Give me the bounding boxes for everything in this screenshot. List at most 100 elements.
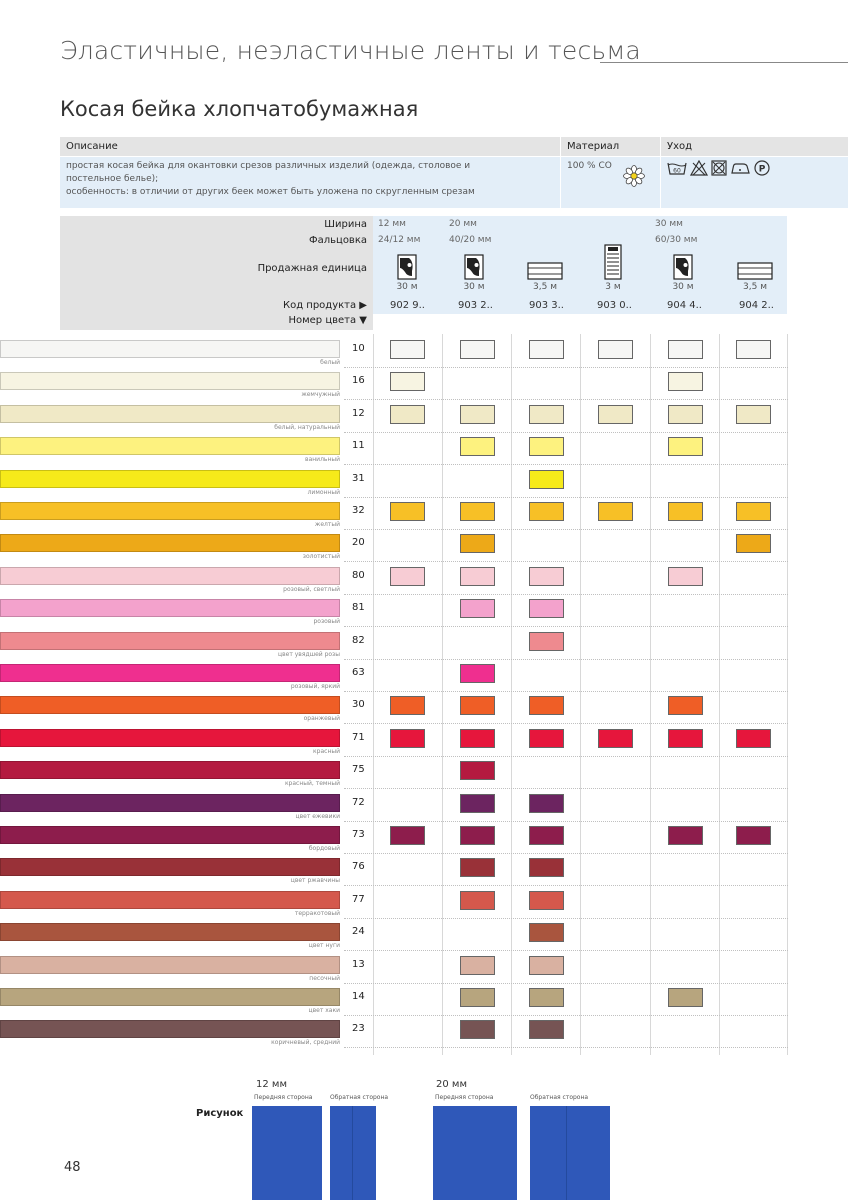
color-swatch (529, 405, 564, 424)
page-number: 48 (64, 1160, 81, 1175)
color-swatch (460, 956, 495, 975)
bias-tape-sample-back-20 (530, 1106, 610, 1200)
grid-line-horizontal (344, 723, 788, 724)
width-value: 30 мм (655, 219, 683, 229)
color-ribbon (0, 1020, 340, 1038)
color-label: Номер цвета ▼ (288, 315, 367, 326)
color-name: белый, натуральный (274, 424, 340, 431)
title-rule (600, 62, 848, 63)
color-swatch (460, 567, 495, 586)
color-swatch (460, 664, 495, 683)
daisy-icon (623, 165, 645, 187)
unit-label: Продажная единица (257, 263, 367, 274)
color-swatch (529, 632, 564, 651)
description-line: постельное белье); (66, 174, 159, 184)
color-swatch (529, 826, 564, 845)
color-swatch (736, 502, 771, 521)
color-number: 14 (352, 991, 365, 1002)
spec-block: Ширина Фальцовка Продажная единица Код п… (60, 216, 787, 330)
color-number: 30 (352, 699, 365, 710)
front-side-label: Передняя сторона (254, 1094, 313, 1101)
color-ribbon (0, 502, 340, 520)
color-swatch (460, 794, 495, 813)
color-number: 75 (352, 764, 365, 775)
color-name: оранжевый (303, 715, 340, 722)
color-number: 32 (352, 505, 365, 516)
grid-line-vertical (650, 334, 651, 1055)
color-swatch (529, 340, 564, 359)
color-ribbon (0, 826, 340, 844)
care-symbols: 60 P (667, 160, 771, 176)
color-number: 20 (352, 537, 365, 548)
color-name: песочный (309, 975, 340, 982)
no-bleach-icon (690, 160, 708, 176)
color-swatch (736, 405, 771, 424)
grid-line-horizontal (344, 691, 788, 692)
grid-line-horizontal (344, 950, 788, 951)
color-name: жемчужный (301, 391, 340, 398)
color-swatch (529, 1020, 564, 1039)
color-number: 81 (352, 602, 365, 613)
grid-line-horizontal (344, 399, 788, 400)
care-header: Уход (661, 137, 848, 156)
color-swatch (529, 729, 564, 748)
color-name: желтый (314, 521, 340, 528)
color-swatch (390, 729, 425, 748)
color-ribbon (0, 599, 340, 617)
wash-60-icon: 60 (667, 162, 687, 175)
section-title: Косая бейка хлопчатобумажная (60, 97, 419, 121)
product-code: 903 3.. (529, 300, 564, 311)
fold-label: Фальцовка (308, 235, 367, 246)
unit-length: 3,5 м (743, 282, 767, 292)
color-swatch (529, 956, 564, 975)
grid-line-vertical (787, 334, 788, 1055)
color-swatch (668, 437, 703, 456)
roll-icon (673, 254, 693, 280)
color-number: 73 (352, 829, 365, 840)
color-swatch (460, 1020, 495, 1039)
color-swatch (668, 826, 703, 845)
color-ribbon (0, 567, 340, 585)
color-swatch (529, 794, 564, 813)
color-swatch (390, 826, 425, 845)
material-cell: 100 % СО (561, 157, 660, 208)
grid-line-horizontal (344, 497, 788, 498)
color-swatch (460, 696, 495, 715)
color-number: 31 (352, 473, 365, 484)
description-line: особенность: в отличии от других беек мо… (66, 187, 475, 197)
color-number: 11 (352, 440, 365, 451)
color-name: цвет хаки (308, 1007, 340, 1014)
color-number: 77 (352, 894, 365, 905)
color-number: 82 (352, 635, 365, 646)
color-name: ванильный (305, 456, 340, 463)
color-swatch (529, 567, 564, 586)
color-name: золотистый (302, 553, 340, 560)
color-number: 23 (352, 1023, 365, 1034)
product-code: 902 9.. (390, 300, 425, 311)
back-side-label: Обратная сторона (330, 1094, 389, 1101)
color-name: красный, темный (284, 780, 340, 787)
color-ribbon (0, 729, 340, 747)
color-ribbon (0, 988, 340, 1006)
color-swatch (529, 891, 564, 910)
color-swatch (529, 470, 564, 489)
color-ribbon (0, 437, 340, 455)
color-ribbon (0, 956, 340, 974)
grid-line-horizontal (344, 756, 788, 757)
spec-values-panel: 12 мм 24/12 мм 20 мм 40/20 мм 30 мм 60/3… (373, 216, 787, 314)
grid-line-horizontal (344, 853, 788, 854)
tumble-dry-icon (711, 160, 727, 176)
grid-line-horizontal (344, 561, 788, 562)
grid-line-horizontal (344, 821, 788, 822)
color-swatch (460, 761, 495, 780)
color-swatch (460, 729, 495, 748)
iron-icon (731, 163, 750, 174)
color-swatch (390, 567, 425, 586)
color-swatch (390, 696, 425, 715)
color-swatch (668, 988, 703, 1007)
color-swatch (668, 729, 703, 748)
fold-value: 40/20 мм (449, 235, 492, 245)
unit-length: 30 м (463, 282, 485, 292)
color-ribbon (0, 761, 340, 779)
figure-label: Рисунок (196, 1108, 244, 1119)
